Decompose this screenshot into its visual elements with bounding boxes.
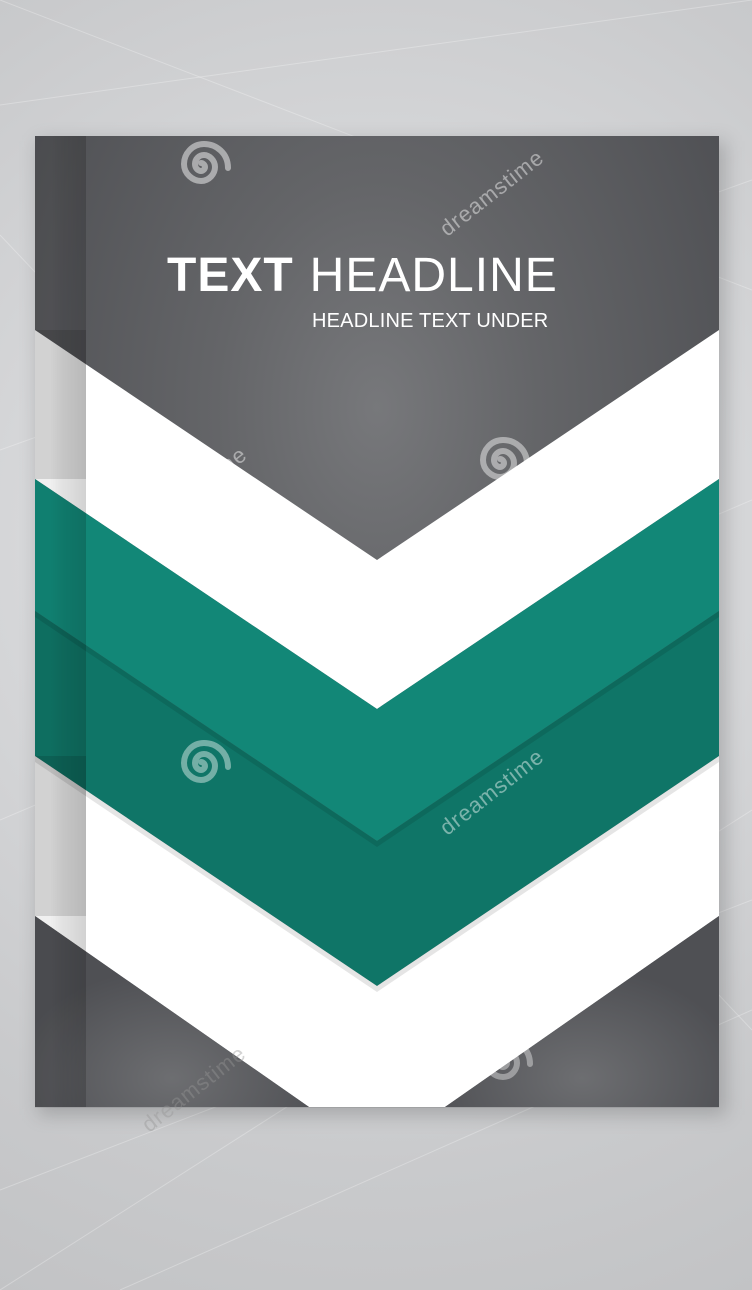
cover-title-light: HEADLINE xyxy=(309,249,558,302)
cover-title-bold: TEXT xyxy=(167,249,294,302)
cover-subtitle: HEADLINE TEXT UNDER xyxy=(312,310,549,332)
brochure-cover: TEXT HEADLINE HEADLINE TEXT UNDER xyxy=(35,136,719,1107)
stage: TEXT HEADLINE HEADLINE TEXT UNDER dreamst… xyxy=(0,0,752,1290)
cover-title: TEXT HEADLINE xyxy=(167,248,567,304)
